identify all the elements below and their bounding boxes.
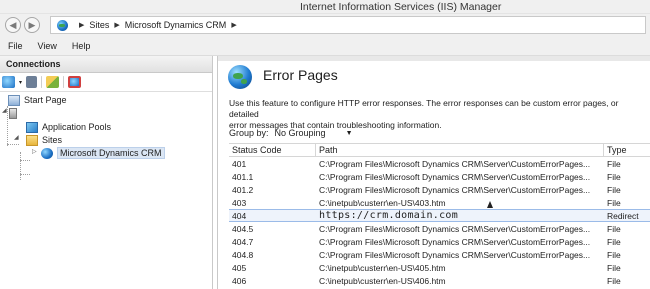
group-by: Group by: No Grouping ▼	[229, 128, 353, 138]
disconnect-icon[interactable]	[68, 76, 82, 88]
start-page-icon	[8, 94, 20, 106]
breadcrumb-sites[interactable]: Sites	[89, 20, 109, 30]
breadcrumb-site[interactable]: Microsoft Dynamics CRM	[125, 20, 227, 30]
column-status-code[interactable]: Status Code	[229, 144, 316, 156]
cell-status-code: 404.8	[232, 249, 254, 260]
cell-type: File	[607, 249, 621, 260]
cell-status-code: 404	[232, 210, 247, 221]
table-row[interactable]: 403 C:\inetpub\custerr\en-US\403.htm File	[229, 196, 650, 209]
cell-path: C:\Program Files\Microsoft Dynamics CRM\…	[319, 223, 591, 234]
connections-toolbar: ▾	[0, 73, 212, 92]
table-row[interactable]: 401.2 C:\Program Files\Microsoft Dynamics…	[229, 183, 650, 196]
table-row[interactable]: 401 C:\Program Files\Microsoft Dynamics C…	[229, 157, 650, 170]
chevron-right-icon[interactable]: ▶	[79, 21, 84, 29]
group-by-select[interactable]: No Grouping ▼	[275, 128, 353, 138]
chevron-down-icon: ▼	[345, 129, 353, 137]
address-bar: ◀ ▶ ▶ Sites ▶ Microsoft Dynamics CRM ▶	[0, 14, 650, 37]
cell-type: Redirect	[607, 210, 639, 221]
chevron-right-icon[interactable]: ▶	[114, 21, 119, 29]
arrow-right-icon: ▶	[28, 19, 36, 30]
forward-button[interactable]: ▶	[24, 17, 40, 33]
cell-status-code: 404.7	[232, 236, 254, 247]
menu-view[interactable]: View	[38, 41, 57, 51]
cell-type: File	[607, 275, 621, 286]
group-by-label: Group by:	[229, 128, 269, 138]
tree-item-server[interactable]	[9, 106, 21, 120]
table-row[interactable]: 404.5 C:\Program Files\Microsoft Dynamics…	[229, 222, 650, 235]
cell-path: C:\Program Files\Microsoft Dynamics CRM\…	[319, 249, 591, 260]
page-title: Error Pages	[263, 67, 338, 83]
cell-path: C:\Program Files\Microsoft Dynamics CRM\…	[319, 158, 591, 169]
error-pages-table: Status Code Path Type 401 C:\Program File…	[229, 143, 650, 287]
cell-path: C:\inetpub\custerr\en-US\403.htm	[319, 197, 446, 208]
mouse-cursor	[487, 201, 493, 208]
cell-type: File	[607, 223, 621, 234]
cell-path: C:\inetpub\custerr\en-US\406.htm	[319, 275, 446, 286]
folder-icon	[26, 134, 38, 146]
cell-status-code: 406	[232, 275, 247, 286]
cell-type: File	[607, 158, 621, 169]
menu-file[interactable]: File	[8, 41, 23, 51]
cell-type: File	[607, 236, 621, 247]
main-panel: Error Pages Use this feature to configur…	[217, 56, 650, 289]
connect-icon[interactable]	[2, 76, 15, 88]
cell-status-code: 401.1	[232, 171, 254, 182]
arrow-left-icon: ◀	[9, 19, 17, 30]
feature-description: Use this feature to configure HTTP error…	[229, 98, 619, 130]
globe-icon	[41, 147, 53, 159]
table-row[interactable]: 405 C:\inetpub\custerr\en-US\405.htm File	[229, 261, 650, 274]
cell-status-code: 404.5	[232, 223, 254, 234]
tree-item-app-pools[interactable]: Application Pools	[26, 120, 111, 134]
collapse-icon[interactable]: ◢	[2, 107, 7, 114]
cell-path: C:\Program Files\Microsoft Dynamics CRM\…	[319, 236, 591, 247]
cell-status-code: 401	[232, 158, 247, 169]
app-pools-icon	[26, 121, 38, 133]
column-type[interactable]: Type	[604, 144, 650, 156]
toolbar-separator	[63, 76, 65, 88]
title-bar: Internet Information Services (IIS) Mana…	[0, 0, 650, 14]
connections-panel: Connections ▾ Start Page ◢ Application P…	[0, 56, 213, 289]
save-icon[interactable]	[26, 76, 38, 88]
cell-path: C:\Program Files\Microsoft Dynamics CRM\…	[319, 184, 591, 195]
table-row[interactable]: 406 C:\inetpub\custerr\en-US\406.htm File	[229, 274, 650, 287]
window-title: Internet Information Services (IIS) Mana…	[300, 1, 502, 13]
server-icon	[9, 107, 17, 119]
expand-icon[interactable]: ▷	[32, 148, 37, 155]
tree-item-site[interactable]: Microsoft Dynamics CRM	[41, 146, 165, 160]
cell-type: File	[607, 171, 621, 182]
cell-path: C:\inetpub\custerr\en-US\405.htm	[319, 262, 446, 273]
cell-path: https://crm.domain.com	[319, 210, 459, 221]
chevron-right-icon[interactable]: ▶	[231, 21, 236, 29]
connections-header: Connections	[0, 56, 212, 73]
cell-status-code: 403	[232, 197, 247, 208]
table-row[interactable]: 401.1 C:\Program Files\Microsoft Dynamics…	[229, 170, 650, 183]
cell-status-code: 405	[232, 262, 247, 273]
cell-type: File	[607, 184, 621, 195]
cell-type: File	[607, 197, 621, 208]
cell-status-code: 401.2	[232, 184, 254, 195]
table-body: 401 C:\Program Files\Microsoft Dynamics C…	[229, 157, 650, 287]
table-row[interactable]: 404.8 C:\Program Files\Microsoft Dynamics…	[229, 248, 650, 261]
toolbar-separator	[41, 76, 43, 88]
error-pages-icon	[228, 65, 252, 89]
globe-icon	[57, 19, 68, 31]
dropdown-icon[interactable]: ▾	[19, 79, 22, 86]
tree-item-start-page[interactable]: Start Page	[8, 93, 67, 107]
back-button[interactable]: ◀	[5, 17, 21, 33]
cell-type: File	[607, 262, 621, 273]
breadcrumb[interactable]: ▶ Sites ▶ Microsoft Dynamics CRM ▶	[50, 16, 646, 34]
header-strip	[218, 56, 650, 61]
table-header: Status Code Path Type	[229, 143, 650, 157]
menu-help[interactable]: Help	[72, 41, 91, 51]
up-folder-icon[interactable]	[46, 76, 60, 88]
table-row[interactable]: 404 https://crm.domain.com Redirect	[229, 209, 650, 222]
table-row[interactable]: 404.7 C:\Program Files\Microsoft Dynamics…	[229, 235, 650, 248]
menu-bar: File View Help	[0, 37, 650, 56]
collapse-icon[interactable]: ◢	[14, 134, 19, 141]
tree-item-sites[interactable]: Sites	[26, 133, 62, 147]
cell-path: C:\Program Files\Microsoft Dynamics CRM\…	[319, 171, 591, 182]
column-path[interactable]: Path	[316, 144, 604, 156]
